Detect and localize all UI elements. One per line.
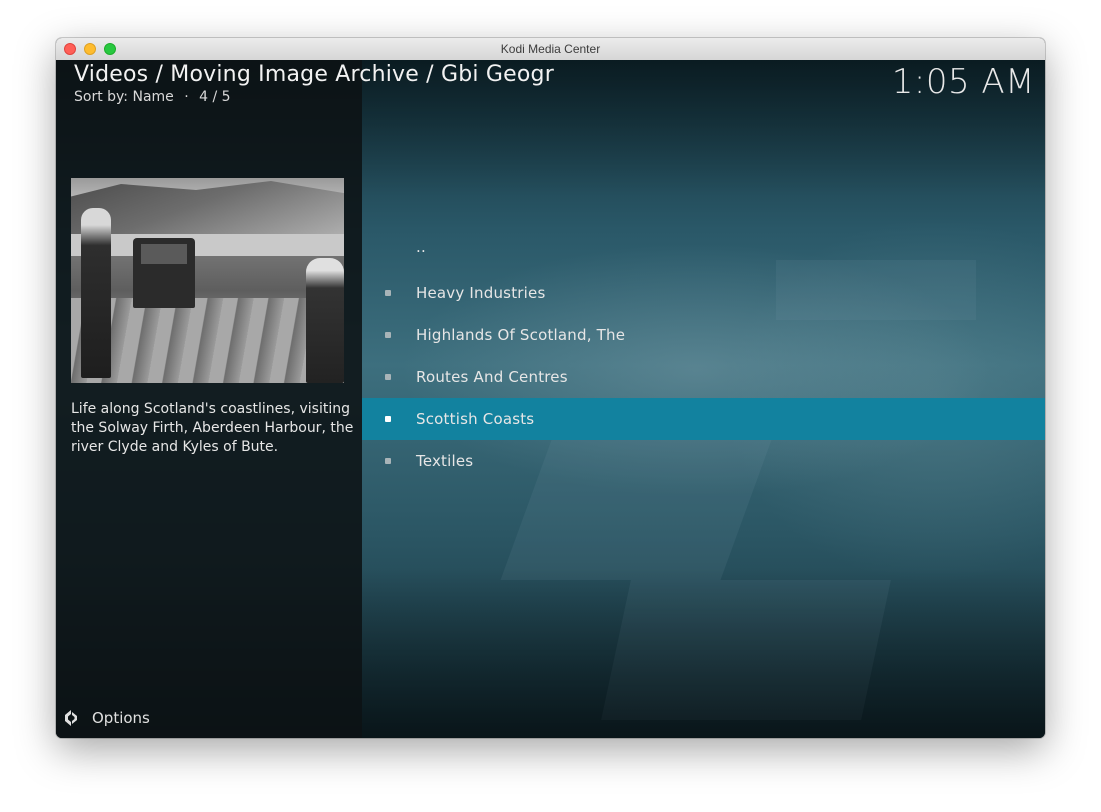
list-item-label: Highlands Of Scotland, The — [416, 326, 626, 344]
options-label: Options — [92, 709, 150, 727]
list-item-label: .. — [416, 238, 426, 256]
list-item-label: Heavy Industries — [416, 284, 546, 302]
list-item[interactable]: Heavy Industries — [362, 272, 1045, 314]
sort-info[interactable]: Sort by: Name · 4 / 5 — [74, 89, 231, 105]
list-item[interactable]: Routes And Centres — [362, 356, 1045, 398]
file-list: .. Heavy Industries Highlands Of Scotlan… — [362, 230, 1045, 482]
kodi-window: Kodi Media Center Videos / Moving Image … — [56, 38, 1045, 738]
info-panel — [56, 60, 362, 738]
list-item[interactable]: Highlands Of Scotland, The — [362, 314, 1045, 356]
separator: · — [184, 89, 189, 105]
list-item-label: Scottish Coasts — [416, 410, 535, 428]
bullet-icon — [385, 458, 391, 464]
bullet-icon — [385, 374, 391, 380]
item-position: 4 / 5 — [199, 89, 231, 105]
breadcrumb: Videos / Moving Image Archive / Gbi Geog… — [74, 62, 554, 87]
title-bar: Kodi Media Center — [56, 38, 1045, 61]
list-item-label: Textiles — [416, 452, 474, 470]
item-description: Life along Scotland's coastlines, visiti… — [71, 401, 354, 455]
sort-label: Sort by: Name — [74, 89, 174, 105]
list-item-selected[interactable]: Scottish Coasts — [362, 398, 1045, 440]
list-item-parent[interactable]: .. — [362, 230, 1045, 272]
options-icon — [62, 709, 80, 727]
options-button[interactable]: Options — [62, 706, 150, 730]
item-thumbnail — [71, 178, 344, 383]
bullet-icon — [385, 290, 391, 296]
clock: 1:05 AM — [891, 62, 1035, 102]
list-item-label: Routes And Centres — [416, 368, 568, 386]
bullet-icon — [385, 416, 391, 422]
window-title: Kodi Media Center — [500, 42, 601, 56]
bullet-icon — [385, 332, 391, 338]
kodi-content: Videos / Moving Image Archive / Gbi Geog… — [56, 60, 1045, 738]
list-item[interactable]: Textiles — [362, 440, 1045, 482]
